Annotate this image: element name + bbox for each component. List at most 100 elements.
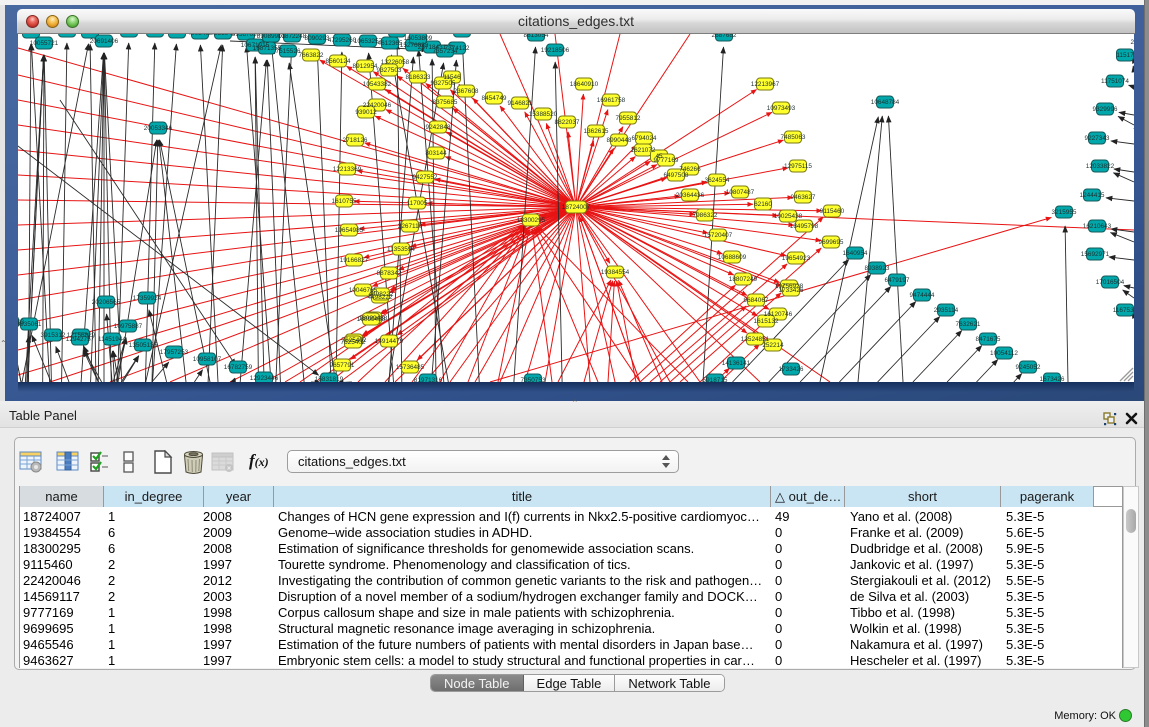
svg-text:1244415: 1244415 <box>1080 192 1105 199</box>
svg-text:19654985: 19654985 <box>335 227 364 234</box>
svg-text:8454749: 8454749 <box>482 95 507 102</box>
svg-text:9245052: 9245052 <box>1016 364 1041 371</box>
svg-text:8878342: 8878342 <box>377 270 402 277</box>
svg-text:9327505: 9327505 <box>431 80 456 87</box>
svg-text:1419610: 1419610 <box>19 29 44 36</box>
svg-text:7357234: 7357234 <box>433 48 458 55</box>
svg-text:13226058: 13226058 <box>381 59 410 66</box>
svg-text:22420046: 22420046 <box>363 102 392 109</box>
svg-text:91030736: 91030736 <box>448 28 477 35</box>
svg-text:3624554: 3624554 <box>705 177 730 184</box>
svg-text:10807487: 10807487 <box>726 189 755 196</box>
svg-text:8186323: 8186323 <box>406 74 431 81</box>
svg-text:12213967: 12213967 <box>751 81 780 88</box>
svg-text:11451944: 11451944 <box>98 336 126 343</box>
svg-text:9242848: 9242848 <box>426 124 451 131</box>
svg-text:8822037: 8822037 <box>555 119 580 126</box>
svg-text:42868828: 42868828 <box>53 28 82 35</box>
svg-text:5918715: 5918715 <box>703 377 728 384</box>
svg-text:10543382: 10543382 <box>363 81 392 88</box>
svg-text:18724007: 18724007 <box>562 204 591 211</box>
svg-text:7515526: 7515526 <box>276 48 301 55</box>
svg-text:1640954: 1640954 <box>843 250 868 257</box>
svg-text:9463627: 9463627 <box>791 194 816 201</box>
svg-text:2367608: 2367608 <box>454 88 479 95</box>
svg-text:8990448: 8990448 <box>607 137 632 144</box>
svg-text:14914479: 14914479 <box>375 338 404 345</box>
svg-text:803144: 803144 <box>425 150 447 157</box>
svg-text:8090293: 8090293 <box>305 35 330 42</box>
svg-text:8938923: 8938923 <box>865 265 890 272</box>
svg-text:16120746: 16120746 <box>764 311 793 318</box>
svg-text:3215955: 3215955 <box>1052 209 1077 216</box>
svg-text:3341057: 3341057 <box>78 29 103 36</box>
svg-text:15692971: 15692971 <box>1081 251 1110 258</box>
svg-text:19384554: 19384554 <box>601 269 630 276</box>
svg-text:7986322: 7986322 <box>693 212 718 219</box>
svg-text:2571945: 2571945 <box>165 29 190 36</box>
svg-text:62160: 62160 <box>754 201 772 208</box>
svg-text:1673426: 1673426 <box>1040 376 1065 383</box>
svg-text:87490893: 87490893 <box>0 319 25 326</box>
svg-text:3915312: 3915312 <box>41 332 66 339</box>
svg-text:19218506: 19218506 <box>541 47 570 54</box>
svg-text:1621072: 1621072 <box>631 147 656 154</box>
svg-text:1733426: 1733426 <box>779 366 804 373</box>
svg-text:9327503: 9327503 <box>377 67 402 74</box>
svg-text:19166827: 19166827 <box>340 257 369 264</box>
svg-text:10975887: 10975887 <box>114 323 143 330</box>
svg-text:17359924: 17359924 <box>133 295 162 302</box>
svg-text:15388520: 15388520 <box>529 111 558 118</box>
svg-text:9777169: 9777169 <box>654 157 679 164</box>
svg-text:12942757: 12942757 <box>66 336 95 343</box>
svg-text:10648784: 10648784 <box>871 99 900 106</box>
svg-text:11517: 11517 <box>1116 52 1134 59</box>
svg-text:16961758: 16961758 <box>597 97 626 104</box>
svg-text:12923446: 12923446 <box>250 375 279 382</box>
svg-text:20364436: 20364436 <box>676 192 705 199</box>
svg-text:7663822: 7663822 <box>299 52 324 59</box>
svg-text:9657791: 9657791 <box>330 362 355 369</box>
svg-text:8471675: 8471675 <box>976 336 1001 343</box>
svg-text:15736485: 15736485 <box>396 364 425 371</box>
svg-text:8813054: 8813054 <box>524 32 549 39</box>
svg-text:12033822: 12033822 <box>1086 163 1115 170</box>
svg-text:16053809: 16053809 <box>404 35 433 42</box>
svg-text:1733426: 1733426 <box>779 287 804 294</box>
svg-text:252214: 252214 <box>762 342 784 349</box>
svg-text:1615132: 1615132 <box>754 318 779 325</box>
svg-text:2935114: 2935114 <box>934 307 959 314</box>
svg-text:3267110: 3267110 <box>398 223 423 230</box>
svg-text:47295260: 47295260 <box>328 37 357 44</box>
svg-text:20053346: 20053346 <box>144 125 173 132</box>
svg-text:14265799: 14265799 <box>141 28 170 35</box>
svg-text:6479197: 6479197 <box>885 277 910 284</box>
svg-text:1610755: 1610755 <box>332 198 357 205</box>
svg-text:2687682: 2687682 <box>712 32 737 39</box>
svg-text:9329996: 9329996 <box>1093 106 1118 113</box>
svg-text:18300295: 18300295 <box>517 217 546 224</box>
svg-text:4903402: 4903402 <box>188 30 213 37</box>
svg-text:16099488: 16099488 <box>357 316 386 323</box>
svg-text:12213369: 12213369 <box>333 166 362 173</box>
svg-text:7955812: 7955812 <box>616 115 641 122</box>
svg-text:18495798: 18495798 <box>790 223 819 230</box>
svg-text:14136141: 14136141 <box>722 360 751 367</box>
svg-text:17957253: 17957253 <box>160 349 189 356</box>
svg-text:16782759: 16782759 <box>224 364 253 371</box>
svg-text:9146821: 9146821 <box>508 100 533 107</box>
svg-text:8912954: 8912954 <box>353 63 378 70</box>
svg-text:7350753: 7350753 <box>521 377 546 384</box>
svg-text:13505135: 13505135 <box>129 342 158 349</box>
svg-text:15831819: 15831819 <box>315 376 344 383</box>
svg-text:8375685: 8375685 <box>433 99 458 106</box>
svg-text:17016504: 17016504 <box>1096 279 1125 286</box>
svg-text:1167534: 1167534 <box>1113 307 1138 314</box>
svg-text:19654923: 19654923 <box>782 255 811 262</box>
svg-text:9684067: 9684067 <box>744 297 769 304</box>
svg-text:10872248: 10872248 <box>278 33 307 40</box>
svg-text:10054112: 10054112 <box>990 350 1018 357</box>
svg-text:10973493: 10973493 <box>767 105 796 112</box>
svg-text:939012: 939012 <box>355 109 377 116</box>
svg-text:9227343: 9227343 <box>1085 135 1110 142</box>
